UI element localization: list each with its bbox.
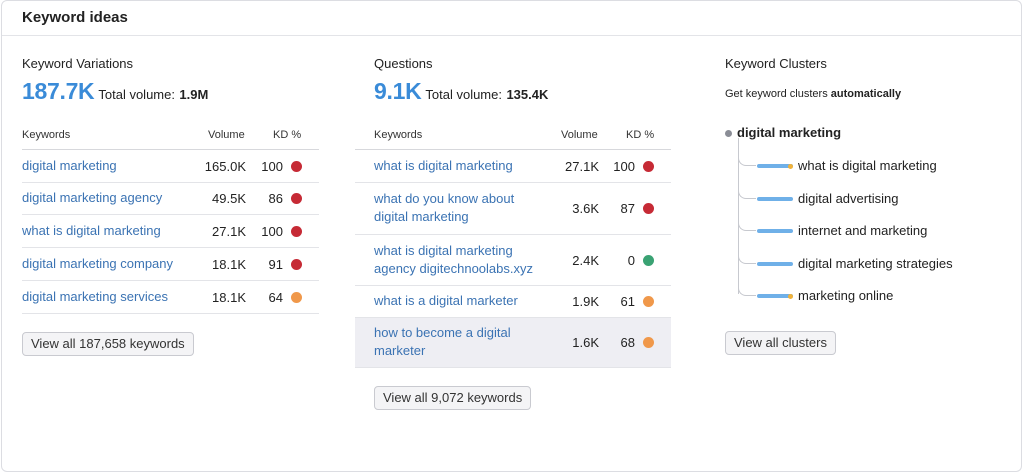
keyword-link[interactable]: how to become a digital marketer — [374, 324, 544, 360]
metric-row: 187.7K Total volume: 1.9M — [22, 78, 208, 105]
kd-value: 86 — [268, 191, 283, 206]
kd-difficulty-dot-icon — [291, 160, 302, 172]
cluster-item-label[interactable]: digital marketing strategies — [798, 256, 953, 271]
tree-branch — [738, 286, 756, 296]
kd-difficulty-dot-icon — [291, 193, 302, 204]
cluster-item-label[interactable]: internet and marketing — [798, 223, 927, 238]
volume-value: 1.6K — [572, 335, 599, 350]
total-volume-label: Total volume: — [425, 87, 502, 102]
column-header-kd: KD % — [273, 129, 302, 141]
keyword-link[interactable]: what is digital marketing — [374, 157, 544, 175]
cluster-item-label[interactable]: digital advertising — [798, 191, 898, 206]
volume-value: 3.6K — [572, 201, 599, 216]
questions-count: 9.1K — [374, 78, 422, 104]
column-header-volume: Volume — [561, 129, 598, 141]
subtitle-text: Get keyword clusters — [725, 88, 828, 100]
total-volume-value: 1.9M — [179, 87, 209, 102]
table-row: what is digital marketing 27.1K 100 — [355, 150, 671, 183]
total-volume-value: 135.4K — [506, 87, 549, 102]
table-row: digital marketing agency 49.5K 86 — [22, 183, 319, 215]
cluster-bar — [757, 197, 793, 201]
card-header: Keyword ideas — [2, 1, 1021, 36]
kd-difficulty-dot-icon — [643, 203, 654, 214]
column-header-keywords: Keywords — [374, 129, 423, 141]
table-row: digital marketing company 18.1K 91 — [22, 248, 319, 281]
kd-value: 68 — [620, 335, 635, 350]
volume-value: 27.1K — [565, 158, 599, 174]
keyword-link[interactable]: what is digital marketing — [22, 222, 197, 240]
kd-difficulty-dot-icon — [643, 160, 654, 172]
tree-branch — [738, 221, 756, 231]
cluster-bar-tip-icon — [788, 293, 793, 299]
table-row: how to become a digital marketer 1.6K 68 — [355, 318, 671, 368]
column-header-volume: Volume — [208, 129, 245, 141]
tree-branch — [738, 189, 756, 199]
section-title: Keyword Clusters — [725, 56, 827, 71]
tree-branch — [738, 254, 756, 264]
table-row: what is digital marketing agency digitec… — [355, 235, 671, 286]
volume-value: 18.1K — [212, 256, 246, 272]
kd-value: 91 — [268, 256, 283, 272]
section-title: Keyword Variations — [22, 56, 134, 71]
kd-value: 64 — [268, 289, 283, 305]
cluster-bar — [757, 229, 793, 233]
kd-value: 61 — [620, 294, 635, 309]
table-row: what is a digital marketer 1.9K 61 — [355, 286, 671, 318]
table-row: digital marketing 165.0K 100 — [22, 150, 319, 183]
kd-difficulty-dot-icon — [291, 291, 302, 303]
keyword-link[interactable]: what do you know about digital marketing — [374, 190, 544, 226]
cluster-item-label[interactable]: what is digital marketing — [798, 158, 937, 173]
table-row: what is digital marketing 27.1K 100 — [22, 215, 319, 248]
volume-value: 27.1K — [212, 223, 246, 239]
kd-value: 0 — [627, 252, 635, 268]
card-title: Keyword ideas — [22, 9, 128, 26]
kd-value: 87 — [620, 201, 635, 216]
kd-difficulty-dot-icon — [643, 296, 654, 307]
keyword-link[interactable]: what is digital marketing agency digitec… — [374, 242, 544, 278]
total-volume-label: Total volume: — [98, 87, 175, 102]
column-header-keywords: Keywords — [22, 129, 71, 141]
section-title: Questions — [374, 56, 433, 71]
view-all-clusters-button[interactable]: View all clusters — [725, 331, 836, 355]
variations-count: 187.7K — [22, 78, 95, 104]
cluster-bar-tip-icon — [788, 163, 793, 169]
keyword-clusters-section: Keyword Clusters Get keyword clusters au… — [725, 36, 1005, 366]
keyword-link[interactable]: what is a digital marketer — [374, 292, 544, 310]
table-row: digital marketing services 18.1K 64 — [22, 281, 319, 314]
table-row: what do you know about digital marketing… — [355, 183, 671, 235]
clusters-subtitle: Get keyword clusters automatically — [725, 88, 901, 100]
kd-difficulty-dot-icon — [291, 225, 302, 237]
keyword-link[interactable]: digital marketing company — [22, 255, 197, 273]
kd-difficulty-dot-icon — [643, 254, 654, 266]
keyword-link[interactable]: digital marketing agency — [22, 189, 197, 207]
kd-value: 100 — [261, 158, 283, 174]
metric-row: 9.1K Total volume: 135.4K — [374, 78, 548, 105]
kd-value: 100 — [261, 223, 283, 239]
volume-value: 1.9K — [572, 294, 599, 309]
view-all-questions-button[interactable]: View all 9,072 keywords — [374, 386, 532, 410]
volume-value: 49.5K — [212, 191, 246, 206]
kd-value: 100 — [613, 158, 635, 174]
volume-value: 165.0K — [204, 158, 246, 174]
cluster-root-dot — [725, 130, 732, 137]
tree-branch — [738, 156, 756, 166]
volume-value: 2.4K — [572, 252, 599, 268]
keyword-link[interactable]: digital marketing services — [22, 288, 197, 306]
column-header-kd: KD % — [626, 129, 655, 141]
cluster-root-label[interactable]: digital marketing — [737, 125, 841, 140]
keyword-link[interactable]: digital marketing — [22, 157, 197, 175]
subtitle-bold: automatically — [830, 88, 902, 100]
cluster-bar — [757, 262, 793, 266]
volume-value: 18.1K — [212, 289, 246, 305]
keyword-ideas-card: Keyword ideas Keyword Variations 187.7K T… — [1, 0, 1022, 472]
kd-difficulty-dot-icon — [643, 337, 654, 348]
view-all-keywords-button[interactable]: View all 187,658 keywords — [22, 332, 194, 356]
kd-difficulty-dot-icon — [291, 258, 302, 270]
cluster-item-label[interactable]: marketing online — [798, 288, 893, 303]
